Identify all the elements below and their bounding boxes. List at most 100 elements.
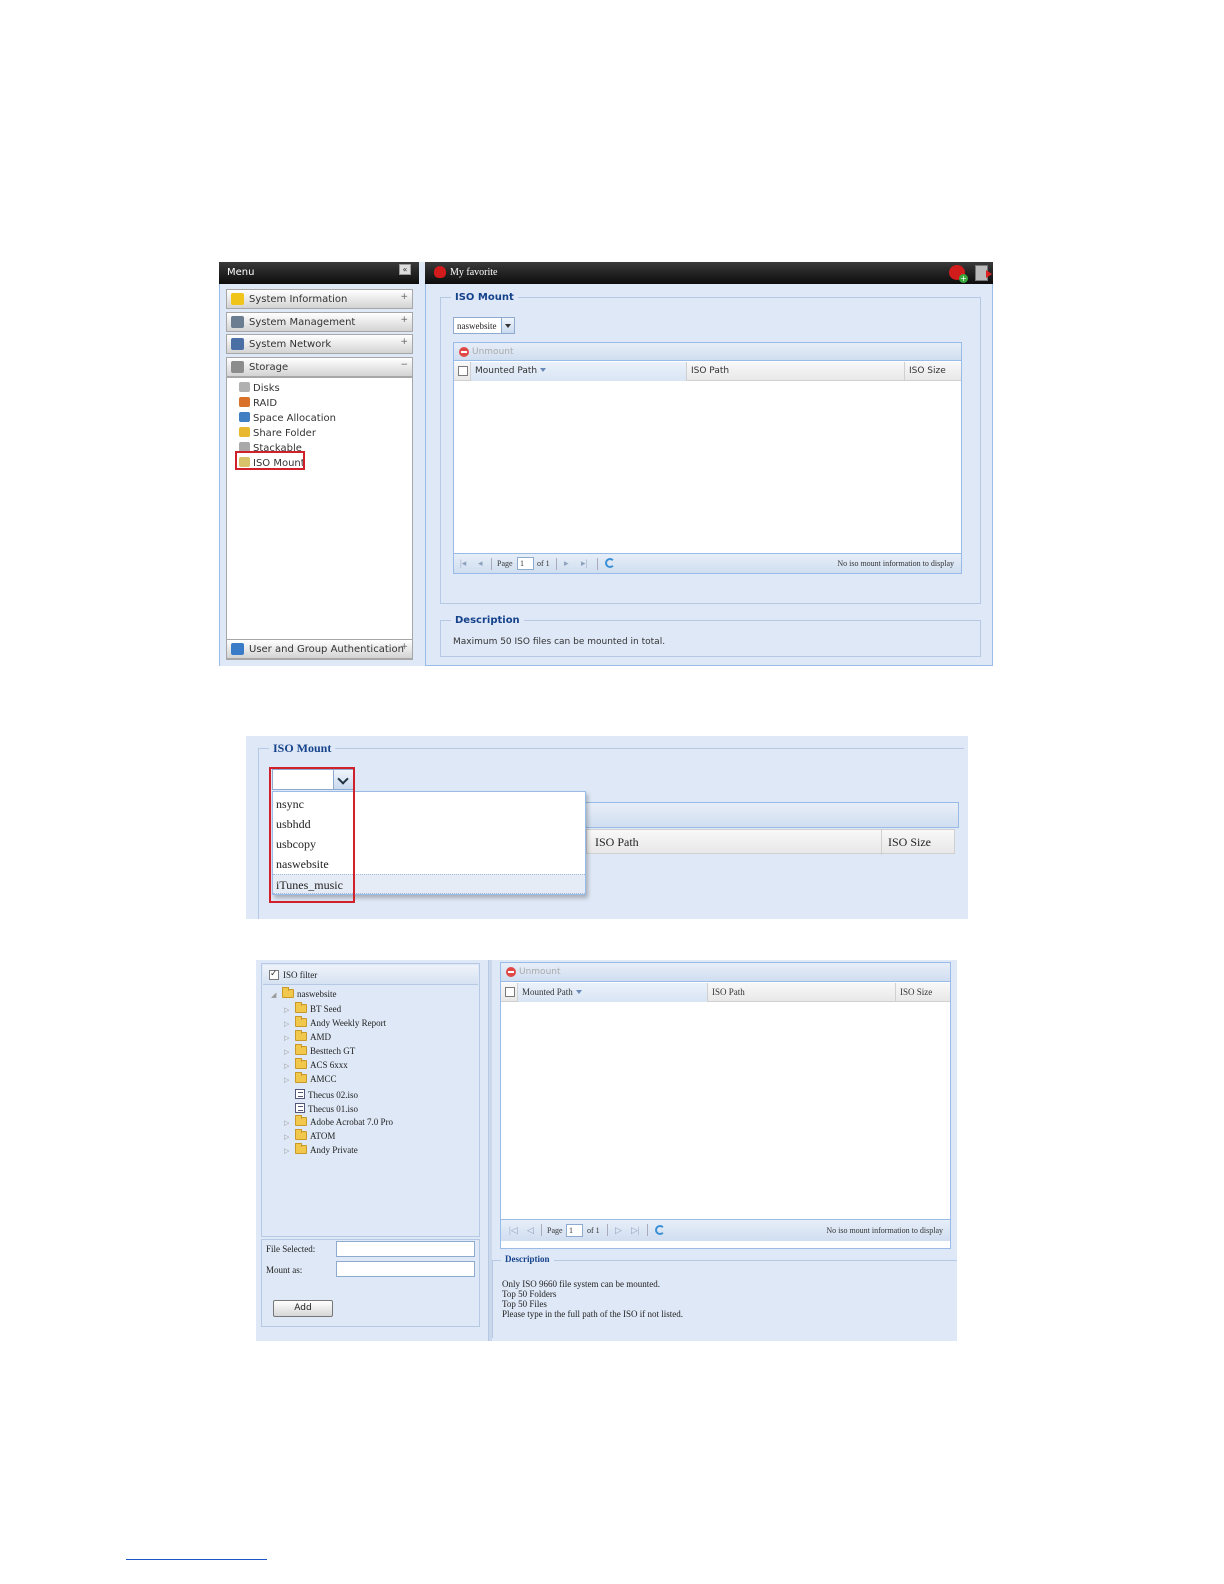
description-fieldset: Description: [440, 615, 981, 657]
logout-icon[interactable]: [975, 265, 992, 281]
tree-file[interactable]: Thecus 02.iso: [295, 1089, 358, 1100]
unmount-button[interactable]: Unmount: [519, 967, 561, 977]
menu-label: Storage: [249, 362, 289, 373]
file-selected-input[interactable]: [336, 1241, 475, 1257]
heart-icon: [434, 266, 446, 278]
chevron-down-icon[interactable]: [501, 318, 514, 333]
expand-icon[interactable]: +: [400, 315, 408, 325]
add-favorite-icon[interactable]: [949, 265, 968, 283]
unmount-icon: [459, 347, 469, 357]
grid-header: Mounted Path ISO Path ISO Size: [501, 983, 950, 1002]
refresh-icon[interactable]: [605, 558, 615, 568]
iso-mount-legend: ISO Mount: [273, 741, 332, 755]
menu-label: System Information: [249, 294, 348, 305]
submenu-space-allocation[interactable]: Space Allocation: [239, 412, 336, 424]
menu-system-network[interactable]: System Network +: [226, 334, 413, 354]
page-label: Page: [497, 559, 513, 568]
iso-file-icon: [295, 1103, 305, 1113]
folder-combo[interactable]: naswebsite: [453, 317, 515, 334]
grid-toolbar: Unmount: [454, 343, 961, 361]
column-iso-size[interactable]: ISO Size: [888, 835, 931, 850]
favorite-title[interactable]: My favorite: [450, 267, 498, 278]
iso-mount-legend: ISO Mount: [455, 292, 514, 303]
collapse-menu-button[interactable]: «: [399, 264, 411, 275]
iso-mount-screenshot: Menu « My favorite System Information + …: [219, 262, 993, 666]
last-page-icon[interactable]: ▷|: [631, 1226, 640, 1235]
submenu-share-folder[interactable]: Share Folder: [239, 427, 316, 439]
description-text: Maximum 50 ISO files can be mounted in t…: [453, 637, 666, 647]
tree-item[interactable]: ▷ ACS 6xxx: [284, 1058, 348, 1070]
column-iso-path[interactable]: ISO Path: [686, 362, 904, 381]
column-iso-size[interactable]: ISO Size: [895, 983, 951, 1002]
column-iso-path[interactable]: ISO Path: [595, 835, 639, 850]
expand-icon[interactable]: +: [400, 642, 408, 652]
unmount-icon: [506, 967, 516, 977]
folder-icon: [295, 1030, 307, 1041]
menu-user-group-authentication[interactable]: User and Group Authentication +: [226, 639, 413, 659]
column-mounted-path[interactable]: Mounted Path: [517, 983, 707, 1002]
add-button[interactable]: Add: [273, 1300, 333, 1317]
network-icon: [231, 338, 244, 350]
expand-icon[interactable]: +: [400, 292, 408, 302]
first-page-icon[interactable]: |◂: [460, 559, 469, 568]
tree-item[interactable]: ▷ Besttech GT: [284, 1044, 355, 1056]
description-line: Only ISO 9660 file system can be mounted…: [502, 1279, 660, 1289]
tree-root[interactable]: ◢ naswebsite: [271, 987, 337, 999]
menu-system-information[interactable]: System Information +: [226, 289, 413, 309]
menu-header: Menu «: [219, 262, 419, 284]
menu-storage[interactable]: Storage −: [226, 357, 413, 377]
page-input[interactable]: 1: [566, 1224, 583, 1237]
page-input[interactable]: 1: [517, 557, 534, 570]
first-page-icon[interactable]: |◁: [509, 1226, 518, 1235]
iso-file-icon: [295, 1089, 305, 1099]
tree-file[interactable]: Thecus 01.iso: [295, 1103, 358, 1114]
prev-page-icon[interactable]: ◂: [478, 559, 487, 568]
tools-icon: [231, 316, 244, 328]
folder-icon: [239, 427, 250, 437]
iso-filter-checkbox[interactable]: [269, 968, 279, 980]
column-iso-path[interactable]: ISO Path: [707, 983, 895, 1002]
next-page-icon[interactable]: ▷: [615, 1226, 624, 1235]
next-page-icon[interactable]: ▸: [564, 559, 573, 568]
tree-item[interactable]: ▷ Adobe Acrobat 7.0 Pro: [284, 1115, 393, 1127]
empty-message: No iso mount information to display: [826, 1226, 943, 1235]
expand-arrow-icon[interactable]: ◢: [271, 991, 279, 999]
tree-item[interactable]: ▷ Andy Weekly Report: [284, 1016, 386, 1028]
expand-icon[interactable]: +: [400, 337, 408, 347]
tree-item[interactable]: ▷ BT Seed: [284, 1002, 341, 1014]
storage-icon: [231, 361, 244, 373]
tree-item[interactable]: ▷ Andy Private: [284, 1143, 358, 1155]
grid-header: ISO Path ISO Size: [586, 829, 955, 855]
column-mounted-path[interactable]: Mounted Path: [470, 362, 686, 381]
iso-mount-grid: Unmount Mounted Path ISO Path ISO Size |…: [500, 962, 951, 1249]
tree-item[interactable]: ▷ AMD: [284, 1030, 331, 1042]
dropdown-highlight: [269, 767, 355, 903]
footnote-divider: [126, 1559, 267, 1560]
iso-mount-grid: Unmount Mounted Path ISO Path ISO Size |…: [453, 342, 962, 574]
file-selected-label: File Selected:: [266, 1244, 316, 1254]
unmount-button[interactable]: Unmount: [472, 347, 514, 357]
favorite-header: My favorite: [425, 262, 993, 284]
space-allocation-icon: [239, 412, 250, 422]
raid-icon: [239, 397, 250, 407]
sort-down-icon: [575, 990, 582, 994]
menu-label: User and Group Authentication: [249, 644, 404, 655]
prev-page-icon[interactable]: ◁: [527, 1226, 536, 1235]
tree-item[interactable]: ▷ AMCC: [284, 1072, 337, 1084]
select-all-checkbox[interactable]: [458, 366, 468, 376]
tree-item[interactable]: ▷ ATOM: [284, 1129, 335, 1141]
select-all-checkbox[interactable]: [505, 987, 515, 997]
collapse-icon[interactable]: −: [400, 360, 408, 370]
refresh-icon[interactable]: [655, 1225, 665, 1235]
mount-as-input[interactable]: [336, 1261, 475, 1277]
last-page-icon[interactable]: ▸|: [581, 559, 590, 568]
column-iso-size[interactable]: ISO Size: [904, 362, 960, 381]
menu-system-management[interactable]: System Management +: [226, 312, 413, 332]
share-dropdown-screenshot: ISO Mount ISO Path ISO Size nsync usbhdd…: [246, 736, 968, 919]
submenu-disks[interactable]: Disks: [239, 382, 280, 394]
disk-icon: [239, 382, 250, 392]
folder-icon: [295, 1115, 307, 1126]
submenu-raid[interactable]: RAID: [239, 397, 277, 409]
iso-mount-panel: ISO Mount naswebsite Unmount Mounted Pat…: [425, 284, 993, 666]
iso-tree-panel: ISO filter ◢naswebsite ▷BT Seed ▷Andy We…: [261, 963, 480, 1237]
